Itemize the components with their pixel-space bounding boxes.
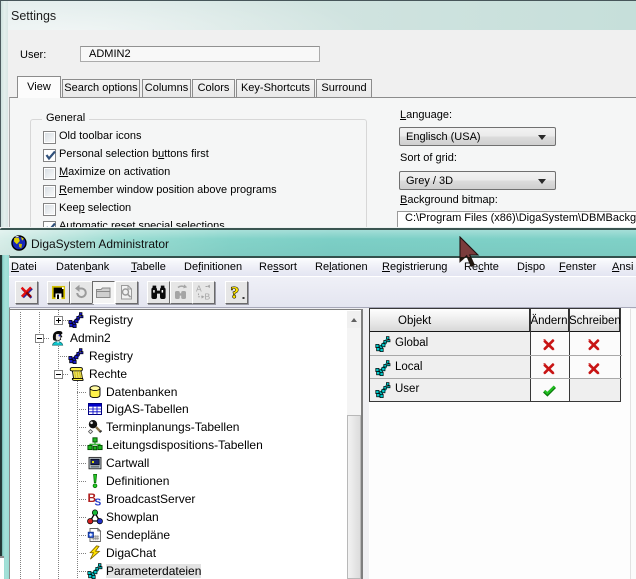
svg-text:?: ? <box>231 283 240 302</box>
svg-text:B: B <box>205 292 211 302</box>
svg-text:A: A <box>196 284 202 294</box>
svg-text:S: S <box>95 498 102 508</box>
